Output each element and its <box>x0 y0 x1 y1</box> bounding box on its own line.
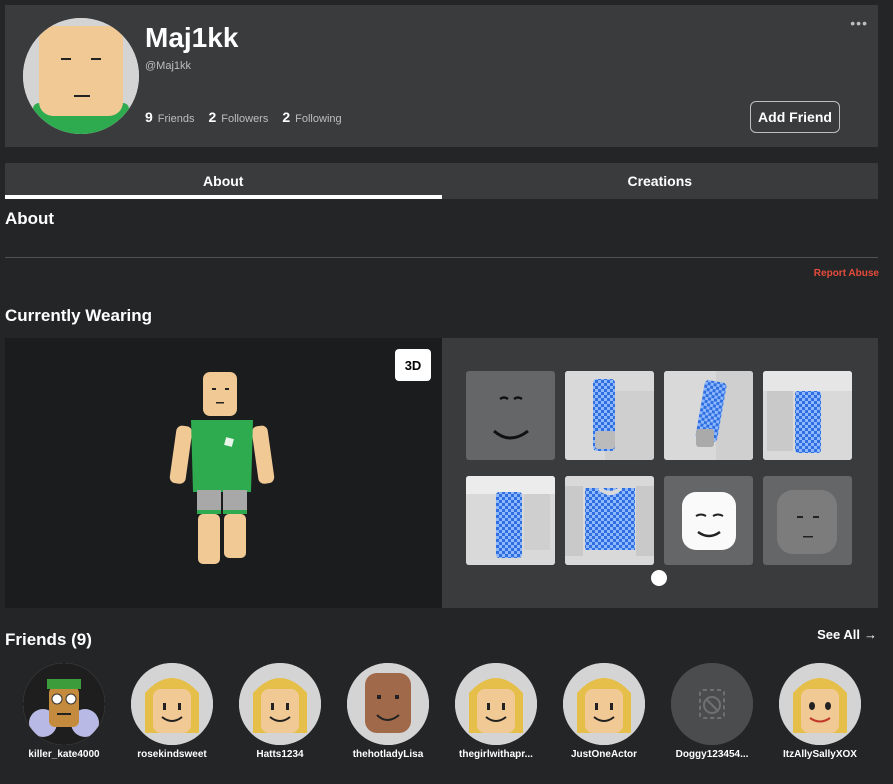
friend-card[interactable]: killer_kate4000 <box>14 663 114 760</box>
friend-card[interactable]: Doggy123454... <box>662 663 762 760</box>
avatar-viewer[interactable]: 3D <box>5 338 442 608</box>
arrow-right-icon: → <box>864 627 877 642</box>
friend-avatar <box>239 663 321 745</box>
friend-avatar <box>779 663 861 745</box>
item-right-arm[interactable] <box>664 371 753 460</box>
followers-stat[interactable]: 2 Followers <box>208 109 268 125</box>
item-head-gray[interactable] <box>763 476 852 565</box>
friend-name: rosekindsweet <box>137 749 207 760</box>
friend-name: thegirlwithapr... <box>459 749 533 760</box>
friend-avatar <box>563 663 645 745</box>
following-count: 2 <box>282 109 291 125</box>
friend-card[interactable]: Hatts1234 <box>230 663 330 760</box>
avatar-3d-model <box>169 372 275 564</box>
about-divider <box>5 257 878 258</box>
friend-name: Hatts1234 <box>256 749 304 760</box>
friend-card[interactable]: rosekindsweet <box>122 663 222 760</box>
wearing-items-panel <box>442 338 878 608</box>
friend-avatar-unavailable <box>671 663 753 745</box>
friend-name: killer_kate4000 <box>28 749 100 760</box>
friends-label: Friends <box>157 113 195 125</box>
profile-header: ••• Maj1kk @Maj1kk 9 Friends 2 Followers… <box>5 5 878 147</box>
profile-tabs: About Creations <box>5 163 878 199</box>
friend-card[interactable]: ItzAllySallyXOX <box>770 663 870 760</box>
friend-avatar <box>23 663 105 745</box>
more-options-icon[interactable]: ••• <box>850 15 868 31</box>
following-label: Following <box>295 113 342 125</box>
friend-name: Doggy123454... <box>675 749 749 760</box>
item-face[interactable] <box>466 371 555 460</box>
see-all-link[interactable]: See All → <box>817 627 877 642</box>
friend-name: JustOneActor <box>570 749 638 760</box>
friends-stat[interactable]: 9 Friends <box>145 109 194 125</box>
friend-avatar <box>347 663 429 745</box>
friend-name: thehotladyLisa <box>352 749 424 760</box>
add-friend-button[interactable]: Add Friend <box>750 101 840 133</box>
see-all-label: See All <box>817 627 860 642</box>
friends-count: 9 <box>145 109 153 125</box>
display-name: Maj1kk <box>145 22 239 53</box>
item-arm-alt[interactable] <box>466 476 555 565</box>
tab-about[interactable]: About <box>5 163 442 199</box>
friend-card[interactable]: thehotladyLisa <box>338 663 438 760</box>
about-heading: About <box>5 209 55 228</box>
item-left-arm[interactable] <box>565 371 654 460</box>
followers-label: Followers <box>221 113 269 125</box>
profile-avatar <box>23 18 139 134</box>
friends-heading: Friends (9) <box>5 630 92 649</box>
toggle-3d-button[interactable]: 3D <box>395 349 431 381</box>
report-abuse-link[interactable]: Report Abuse <box>814 268 879 279</box>
tab-creations[interactable]: Creations <box>442 163 879 199</box>
friend-card[interactable]: JustOneActor <box>554 663 654 760</box>
friend-avatar <box>455 663 537 745</box>
followers-count: 2 <box>208 109 217 125</box>
friend-avatar <box>131 663 213 745</box>
currently-wearing-heading: Currently Wearing <box>5 306 153 325</box>
profile-stats: 9 Friends 2 Followers 2 Following <box>145 109 342 125</box>
item-arm-piece[interactable] <box>763 371 852 460</box>
friend-name: ItzAllySallyXOX <box>783 749 857 760</box>
username: @Maj1kk <box>145 60 192 72</box>
following-stat[interactable]: 2 Following <box>282 109 341 125</box>
carousel-page-dot[interactable] <box>651 570 667 586</box>
item-head-smile[interactable] <box>664 476 753 565</box>
friend-card[interactable]: thegirlwithapr... <box>446 663 546 760</box>
item-shirt[interactable] <box>565 476 654 565</box>
